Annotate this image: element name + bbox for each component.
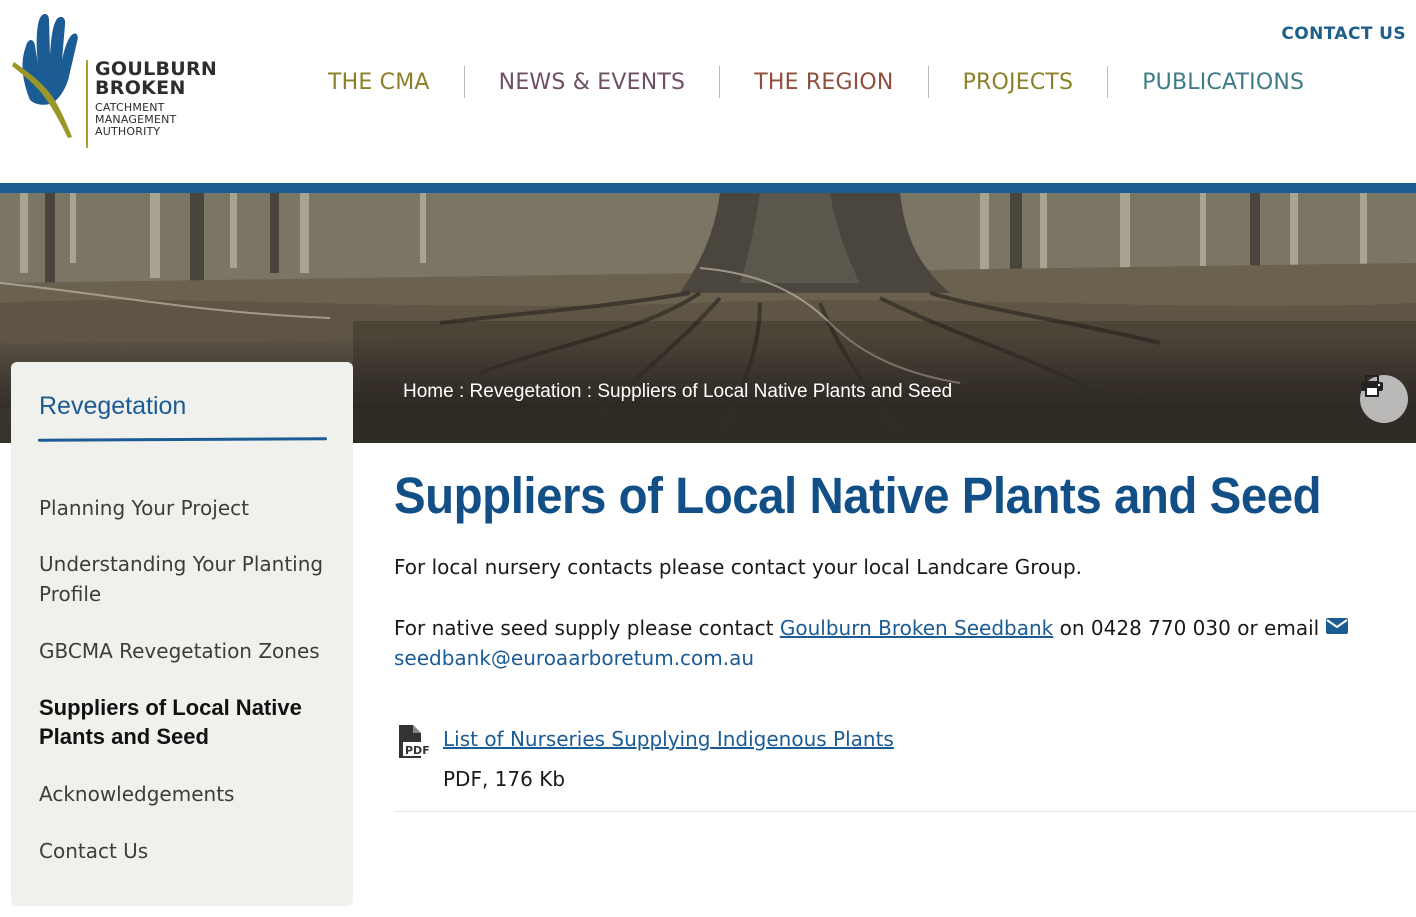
seed-supply-phone-text: on 0428 770 030 or email: [1053, 616, 1320, 640]
header-accent-bar: [0, 183, 1416, 193]
page-title: Suppliers of Local Native Plants and See…: [394, 467, 1322, 524]
logo-sub-line3: AUTHORITY: [95, 125, 161, 138]
pdf-file-icon: PDF: [397, 724, 431, 760]
main-nav: THE CMA NEWS & EVENTS THE REGION PROJECT…: [300, 64, 1338, 100]
nurseries-list-pdf-link[interactable]: List of Nurseries Supplying Indigenous P…: [443, 724, 894, 754]
document-divider: [394, 811, 1416, 812]
logo-wordmark: GOULBURN BROKEN CATCHMENT MANAGEMENT AUT…: [95, 60, 217, 138]
seedbank-link[interactable]: Goulburn Broken Seedbank: [780, 616, 1053, 640]
sidebar-item-acknowledgements[interactable]: Acknowledgements: [39, 779, 329, 809]
sidebar-title[interactable]: Revegetation: [39, 392, 186, 421]
nav-item-the-cma[interactable]: THE CMA: [300, 66, 465, 98]
breadcrumb: Home : Revegetation : Suppliers of Local…: [403, 381, 952, 403]
section-sidebar: Revegetation Planning Your Project Under…: [11, 362, 353, 906]
logo-divider: [86, 60, 88, 148]
print-button[interactable]: [1360, 375, 1408, 423]
hand-logo-icon: [12, 14, 78, 138]
sidebar-item-contact-us[interactable]: Contact Us: [39, 836, 329, 866]
seedbank-email-link[interactable]: seedbank@euroaarboretum.com.au: [394, 646, 754, 670]
seed-supply-paragraph: For native seed supply please contact Go…: [394, 613, 1354, 673]
breadcrumb-current: Suppliers of Local Native Plants and See…: [597, 381, 953, 402]
breadcrumb-home[interactable]: Home: [403, 381, 454, 402]
breadcrumb-revegetation[interactable]: Revegetation: [470, 381, 582, 402]
breadcrumb-separator: :: [581, 381, 598, 402]
sidebar-item-suppliers-active[interactable]: Suppliers of Local Native Plants and See…: [39, 693, 329, 751]
nav-item-the-region[interactable]: THE REGION: [720, 66, 929, 98]
nav-item-news-events[interactable]: NEWS & EVENTS: [465, 66, 721, 98]
nav-item-projects[interactable]: PROJECTS: [929, 66, 1109, 98]
contact-us-link[interactable]: CONTACT US: [1281, 24, 1406, 44]
sidebar-item-gbcma-revegetation-zones[interactable]: GBCMA Revegetation Zones: [39, 636, 329, 666]
printer-icon: [1361, 375, 1383, 397]
sidebar-item-understanding-your-planting-profile[interactable]: Understanding Your Planting Profile: [39, 549, 329, 609]
sidebar-title-underline: [37, 437, 328, 442]
nav-item-publications[interactable]: PUBLICATIONS: [1108, 66, 1338, 98]
sidebar-item-planning-your-project[interactable]: Planning Your Project: [39, 493, 329, 523]
pdf-icon-label: PDF: [405, 744, 430, 757]
site-header: GOULBURN BROKEN CATCHMENT MANAGEMENT AUT…: [0, 0, 1416, 183]
site-logo[interactable]: GOULBURN BROKEN CATCHMENT MANAGEMENT AUT…: [8, 10, 228, 150]
breadcrumb-separator: :: [453, 381, 470, 402]
pdf-file-meta: PDF, 176 Kb: [443, 767, 566, 791]
envelope-icon: [1325, 613, 1349, 643]
logo-name-line2: BROKEN: [95, 77, 186, 99]
nursery-contact-paragraph: For local nursery contacts please contac…: [394, 555, 1082, 579]
seed-supply-text: For native seed supply please contact: [394, 616, 780, 640]
